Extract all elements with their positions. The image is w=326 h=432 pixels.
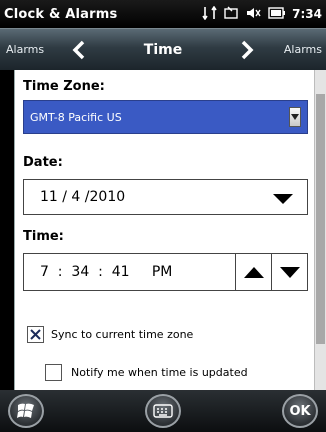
bottom-bar: OK [0, 390, 326, 432]
keyboard-icon [153, 404, 173, 418]
start-button[interactable] [8, 394, 44, 428]
tab-navigation-bar: Alarms Time Alarms [0, 28, 326, 70]
next-tab-label[interactable]: Alarms [262, 43, 326, 56]
date-picker[interactable]: 11 / 4 /2010 [23, 179, 308, 215]
status-bar: Clock & Alarms 7:34 [0, 0, 326, 28]
time-settings-panel: Time Zone: GMT-8 Pacific US Date: 11 / 4… [14, 70, 326, 390]
date-label: Date: [23, 155, 63, 170]
message-icon [224, 6, 240, 23]
arrow-up-icon [243, 266, 264, 278]
time-increment-button[interactable] [235, 254, 271, 290]
status-icons: 7:34 [202, 5, 322, 23]
time-decrement-button[interactable] [271, 254, 307, 290]
timezone-select[interactable]: GMT-8 Pacific US [23, 100, 308, 134]
volume-icon [246, 6, 262, 23]
ok-button[interactable]: OK [282, 394, 318, 428]
app-title: Clock & Alarms [4, 6, 118, 22]
date-value: 11 / 4 /2010 [40, 189, 126, 205]
chevron-down-icon[interactable] [273, 192, 293, 208]
chevron-right-icon[interactable] [232, 40, 262, 60]
status-clock: 7:34 [292, 7, 322, 21]
windows-logo-icon [17, 403, 34, 418]
sync-checkbox[interactable] [27, 326, 44, 343]
sync-label: Sync to current time zone [51, 328, 194, 341]
page-title: Time [143, 41, 183, 58]
connectivity-icon [202, 5, 218, 23]
notify-label: Notify me when time is updated [71, 366, 248, 379]
check-x-icon [30, 329, 41, 340]
dropdown-icon[interactable] [289, 107, 301, 127]
keyboard-button[interactable] [145, 394, 181, 428]
timezone-label: Time Zone: [23, 79, 105, 94]
time-picker[interactable]: 7 : 34 : 41 PM [23, 253, 308, 291]
timezone-value: GMT-8 Pacific US [30, 110, 122, 124]
scrollbar-thumb[interactable] [316, 94, 325, 344]
battery-icon [268, 6, 286, 22]
chevron-left-icon[interactable] [64, 40, 94, 60]
time-label: Time: [23, 229, 64, 244]
prev-tab-label[interactable]: Alarms [0, 43, 64, 56]
arrow-down-icon [279, 266, 300, 278]
time-value: 7 : 34 : 41 PM [40, 264, 173, 280]
notify-checkbox[interactable] [45, 364, 62, 381]
scrollbar[interactable] [314, 70, 326, 390]
